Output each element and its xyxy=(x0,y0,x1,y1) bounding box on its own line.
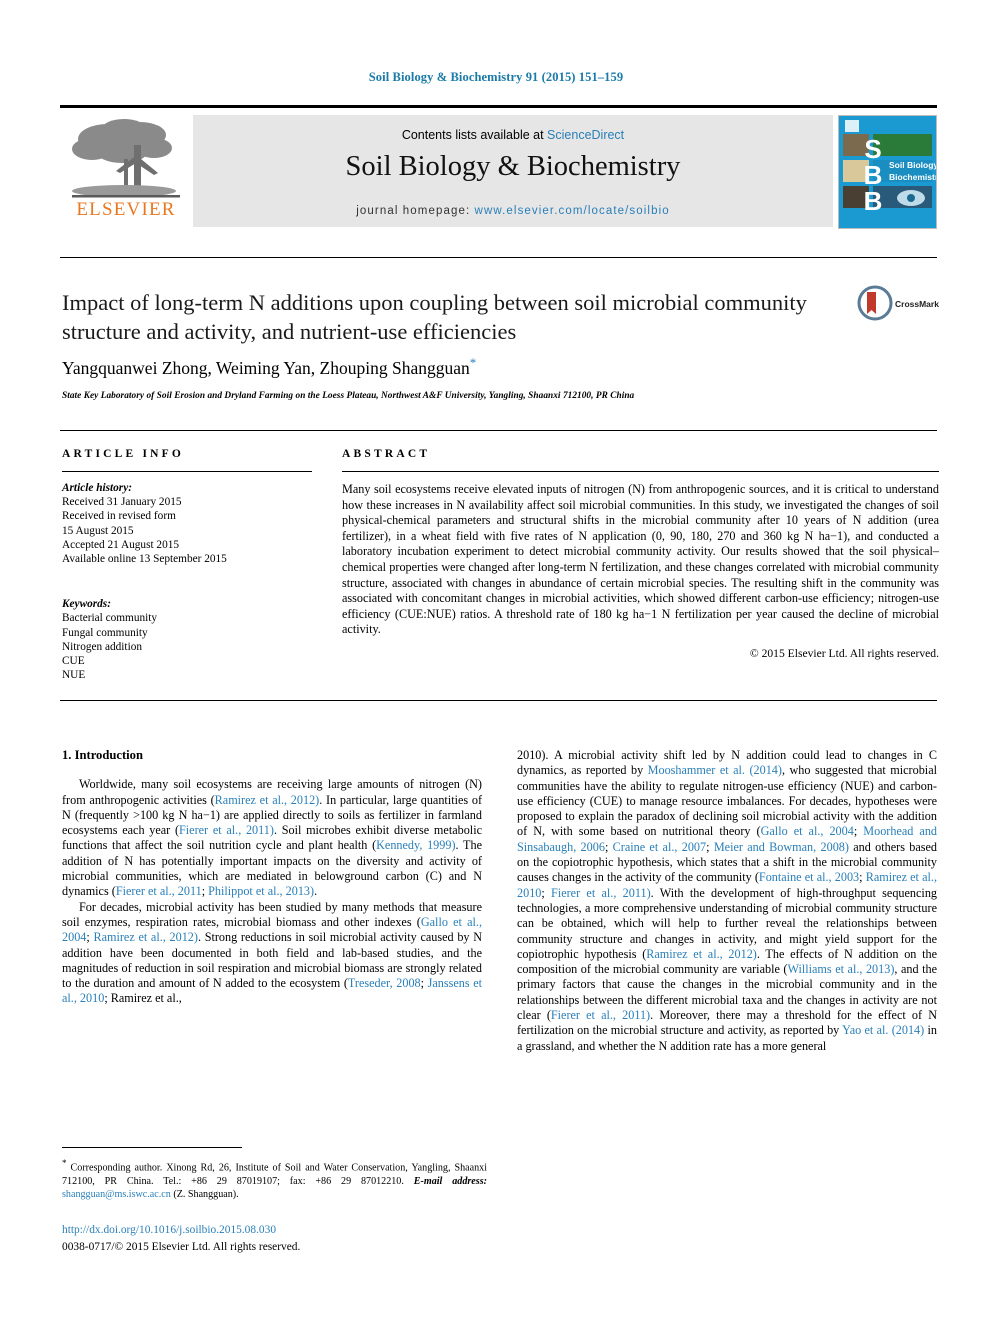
email-address-label: E-mail address: xyxy=(413,1175,487,1187)
crossmark-badge[interactable]: CrossMark xyxy=(857,285,941,327)
crossmark-label: CrossMark xyxy=(895,299,939,309)
keyword-item: Bacterial community xyxy=(62,612,158,625)
author-list: Yangquanwei Zhong, Weiming Yan, Zhouping… xyxy=(62,352,822,379)
citation-link[interactable]: Ramirez et al., 2012) xyxy=(93,930,197,944)
journal-cover-thumbnail: S B B Soil Biology & Biochemistry xyxy=(838,115,937,229)
abstract-text: Many soil ecosystems receive elevated in… xyxy=(342,482,939,637)
citation-link[interactable]: Craine et al., 2007 xyxy=(613,840,706,854)
keywords-block: Keywords: Bacterial community Fungal com… xyxy=(62,597,312,682)
citation-link[interactable]: Ramirez et al., 2012) xyxy=(215,793,320,807)
history-line: 15 August 2015 xyxy=(62,524,134,537)
abstract-rule xyxy=(342,471,939,472)
article-history-label: Article history: xyxy=(62,482,132,494)
citation-link[interactable]: Treseder, 2008 xyxy=(348,976,421,990)
citation-link[interactable]: Kennedy, 1999) xyxy=(376,838,455,852)
contents-prefix: Contents lists available at xyxy=(401,128,548,142)
svg-text:B: B xyxy=(864,186,883,216)
abstract-band-bottom-rule xyxy=(60,700,937,701)
history-line: Received in revised form xyxy=(62,510,176,523)
author-names: Yangquanwei Zhong, Weiming Yan, Zhouping… xyxy=(62,357,470,378)
body-column-left: 1. Introduction Worldwide, many soil eco… xyxy=(62,748,482,1007)
sciencedirect-link[interactable]: ScienceDirect xyxy=(547,128,624,142)
abstract-heading: ABSTRACT xyxy=(342,448,431,460)
abstract-column: ABSTRACT Many soil ecosystems receive el… xyxy=(342,448,939,660)
homepage-label: journal homepage: xyxy=(356,205,475,217)
citation-link[interactable]: Fontaine et al., 2003 xyxy=(759,870,859,884)
citation-link[interactable]: Fierer et al., 2011 xyxy=(116,884,202,898)
citation-link[interactable]: Fierer et al., 2011) xyxy=(551,1008,650,1022)
svg-text:Soil Biology &: Soil Biology & xyxy=(889,160,936,170)
citation-link[interactable]: Fierer et al., 2011) xyxy=(551,886,651,900)
history-line: Available online 13 September 2015 xyxy=(62,553,227,566)
footnote-marker: * xyxy=(62,1158,67,1168)
keyword-item: Nitrogen addition xyxy=(62,640,143,653)
email-suffix: (Z. Shangguan). xyxy=(173,1188,239,1200)
citation-link[interactable]: Mooshammer et al. (2014) xyxy=(648,763,782,777)
article-info-heading: ARTICLE INFO xyxy=(62,448,185,460)
section-heading-introduction: 1. Introduction xyxy=(62,748,143,762)
elsevier-tree-icon xyxy=(72,119,180,198)
citation-link[interactable]: Meier and Bowman, 2008) xyxy=(714,840,849,854)
keyword-item: NUE xyxy=(62,669,86,682)
issn-copyright: 0038-0717/© 2015 Elsevier Ltd. All right… xyxy=(62,1241,301,1253)
page-title: Impact of long-term N additions upon cou… xyxy=(62,290,807,344)
email-link[interactable]: shangguan@ms.iswc.ac.cn xyxy=(62,1189,171,1200)
elsevier-wordmark: ELSEVIER xyxy=(76,199,176,220)
contents-line: Contents lists available at ScienceDirec… xyxy=(193,128,833,142)
elsevier-logo: ELSEVIER xyxy=(62,115,190,225)
abstract-copyright: © 2015 Elsevier Ltd. All rights reserved… xyxy=(749,646,939,660)
article-info-rule xyxy=(62,471,312,472)
journal-cover-icon: S B B Soil Biology & Biochemistry xyxy=(839,116,936,228)
citation-link[interactable]: Gallo et al., 2004 xyxy=(761,824,854,838)
affiliation: State Key Laboratory of Soil Erosion and… xyxy=(62,391,635,401)
running-head: Soil Biology & Biochemistry 91 (2015) 15… xyxy=(368,70,624,84)
citation-link[interactable]: Yao et al. (2014) xyxy=(842,1023,924,1037)
keyword-item: CUE xyxy=(62,655,85,668)
body-paragraph: For decades, microbial activity has been… xyxy=(62,899,483,1006)
doi-link[interactable]: http://dx.doi.org/10.1016/j.soilbio.2015… xyxy=(62,1224,276,1236)
journal-masthead: ELSEVIER Contents lists available at Sci… xyxy=(60,105,937,229)
citation-link[interactable]: Philippot et al., 2013) xyxy=(208,884,314,898)
history-line: Received 31 January 2015 xyxy=(62,496,182,509)
journal-title: Soil Biology & Biochemistry xyxy=(345,151,681,182)
svg-text:Biochemistry: Biochemistry xyxy=(889,172,936,182)
citation-link[interactable]: Fierer et al., 2011) xyxy=(179,823,274,837)
homepage-url-link[interactable]: www.elsevier.com/locate/soilbio xyxy=(475,205,670,217)
corresponding-author-footnote: * Corresponding author. Xinong Rd, 26, I… xyxy=(62,1157,487,1201)
paper-page: Soil Biology & Biochemistry 91 (2015) 15… xyxy=(0,0,992,1323)
abstract-band-top-rule xyxy=(60,430,937,431)
keywords-label: Keywords: xyxy=(62,598,111,611)
body-paragraph: Worldwide, many soil ecosystems are rece… xyxy=(62,777,483,899)
body-paragraph: 2010). A microbial activity shift led by… xyxy=(517,748,938,1053)
citation-link[interactable]: Ramirez et al., 2012) xyxy=(646,947,757,961)
journal-homepage-line: journal homepage: www.elsevier.com/locat… xyxy=(193,205,833,217)
crossmark-icon xyxy=(857,285,893,321)
corresponding-author-marker: * xyxy=(469,355,477,370)
body-column-right: 2010). A microbial activity shift led by… xyxy=(517,748,937,1054)
journal-banner: Contents lists available at ScienceDirec… xyxy=(193,115,833,227)
footnote-rule xyxy=(62,1147,242,1148)
masthead-top-rule xyxy=(60,105,937,108)
history-line: Accepted 21 August 2015 xyxy=(62,538,180,551)
article-info-column: ARTICLE INFO Article history: Received 3… xyxy=(62,448,312,682)
citation-link[interactable]: Williams et al., 2013) xyxy=(787,962,894,976)
title-divider xyxy=(60,257,937,258)
keyword-item: Fungal community xyxy=(62,626,148,639)
